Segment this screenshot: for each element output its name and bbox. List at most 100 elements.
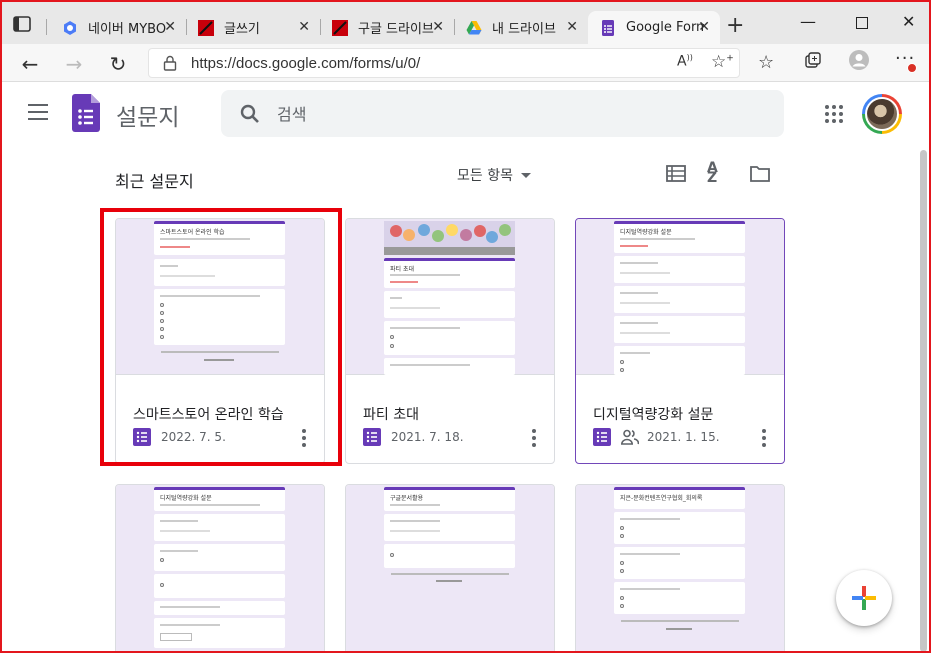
- mini-footer: [391, 573, 509, 575]
- mini-footer: [436, 580, 462, 582]
- mini-line: [620, 322, 658, 324]
- form-thumbnail: 파티 초대: [346, 219, 554, 375]
- account-avatar[interactable]: [862, 94, 902, 134]
- list-view-icon[interactable]: [666, 164, 688, 184]
- shared-people-icon: [621, 429, 639, 445]
- mini-radio: [390, 553, 394, 557]
- add-favorite-icon[interactable]: ☆+: [711, 52, 734, 72]
- form-card[interactable]: 디지털역량강화 설문: [115, 484, 325, 651]
- form-card[interactable]: 디지털역량강화 설문 디지털역량강화 설문 2021. 1. 15.: [575, 218, 785, 464]
- main-menu-icon[interactable]: [28, 104, 48, 120]
- sort-az-icon[interactable]: AZ: [707, 161, 729, 185]
- tab-google-drive-search[interactable]: 구글 드라이브 ✕: [320, 11, 454, 44]
- forward-icon[interactable]: →: [62, 52, 86, 76]
- mini-line: [620, 302, 670, 304]
- address-bar: ← → ↻ https://docs.google.com/forms/u/0/…: [2, 44, 929, 82]
- tab-title: 구글 드라이브: [358, 22, 434, 37]
- back-icon[interactable]: ←: [18, 52, 42, 76]
- mini-form-header: 구글문서활용: [384, 487, 515, 511]
- mini-radio: [390, 344, 394, 348]
- mini-radio: [620, 526, 624, 530]
- mini-form-question: [614, 547, 745, 579]
- form-thumbnail: 디지털역량강화 설문: [576, 219, 784, 375]
- mini-form-title: 파티 초대: [390, 266, 414, 273]
- more-options-icon[interactable]: [762, 429, 766, 447]
- maximize-icon[interactable]: [856, 14, 868, 33]
- mini-form-question: [384, 291, 515, 318]
- mini-line: [620, 332, 670, 334]
- mini-form-title: 구글문서활용: [390, 495, 424, 502]
- mini-footer: [621, 620, 739, 622]
- mini-radio: [160, 583, 164, 587]
- mini-form-question: [154, 544, 285, 571]
- more-options-icon[interactable]: [532, 429, 536, 447]
- mini-line: [390, 327, 460, 329]
- create-form-button[interactable]: [836, 570, 892, 626]
- minimize-icon[interactable]: —: [800, 12, 816, 31]
- close-icon[interactable]: ✕: [164, 19, 176, 35]
- mini-form-title: 지은-문화컨텐츠연구협회_회의록: [620, 495, 703, 502]
- window-frame: 네이버 MYBOX ✕ 글쓰기 ✕ 구글 드라이브 ✕ 내 드라이브 ✕ Goo…: [0, 0, 931, 653]
- search-icon[interactable]: [239, 103, 261, 125]
- mini-dropdown: [160, 633, 192, 641]
- close-icon[interactable]: ✕: [566, 19, 578, 35]
- mini-header-image: [384, 221, 515, 255]
- highlight-box: [100, 208, 342, 466]
- mini-line: [390, 504, 440, 506]
- mini-form-question: [614, 316, 745, 343]
- form-thumbnail: 디지털역량강화 설문: [116, 485, 324, 651]
- collections-icon[interactable]: [804, 52, 822, 74]
- mini-line: [390, 297, 402, 299]
- mini-form-header: 파티 초대: [384, 258, 515, 288]
- scrollbar-thumb[interactable]: [920, 150, 927, 651]
- mini-radio: [620, 569, 624, 573]
- mini-radio: [620, 534, 624, 538]
- mini-line: [390, 520, 440, 522]
- close-icon[interactable]: ✕: [698, 19, 710, 35]
- owner-filter-dropdown[interactable]: 모든 항목: [457, 165, 531, 185]
- favorites-icon[interactable]: ☆: [758, 52, 774, 73]
- search-input[interactable]: [277, 102, 757, 126]
- mini-form-question: [154, 514, 285, 541]
- mini-form-question: [384, 544, 515, 568]
- mini-radio: [620, 368, 624, 372]
- tab-title: 네이버 MYBOX: [88, 22, 166, 37]
- close-icon[interactable]: ✕: [432, 19, 444, 35]
- lock-icon: [163, 55, 177, 71]
- mini-line: [160, 550, 198, 552]
- read-aloud-icon[interactable]: A)): [677, 53, 693, 70]
- mini-line: [620, 262, 658, 264]
- profile-icon[interactable]: [848, 49, 870, 75]
- form-card[interactable]: 지은-문화컨텐츠연구협회_회의록: [575, 484, 785, 651]
- mini-line: [620, 245, 648, 247]
- google-forms-icon: [602, 19, 614, 36]
- tab-mybox[interactable]: 네이버 MYBOX ✕: [50, 11, 186, 44]
- google-apps-icon[interactable]: [824, 104, 844, 124]
- mini-footer: [666, 628, 692, 630]
- google-forms-logo[interactable]: [72, 94, 100, 132]
- search-bar[interactable]: [221, 90, 784, 137]
- tab-strip: 네이버 MYBOX ✕ 글쓰기 ✕ 구글 드라이브 ✕ 내 드라이브 ✕ Goo…: [2, 2, 929, 44]
- form-card[interactable]: 파티 초대 파티 초대 2021. 7. 18.: [345, 218, 555, 464]
- tab-my-drive[interactable]: 내 드라이브 ✕: [454, 11, 588, 44]
- form-name: 디지털역량강화 설문: [593, 407, 714, 423]
- form-date: 2021. 1. 15.: [647, 430, 720, 444]
- mini-line: [390, 364, 470, 366]
- form-card[interactable]: 구글문서활용: [345, 484, 555, 651]
- refresh-icon[interactable]: ↻: [106, 52, 130, 76]
- window-close-icon[interactable]: ✕: [902, 12, 915, 31]
- close-icon[interactable]: ✕: [298, 19, 310, 35]
- notification-badge: [907, 63, 917, 73]
- tab-google-forms[interactable]: Google Forms ✕: [588, 11, 720, 44]
- tab-title: Google Forms: [626, 20, 704, 35]
- mybox-icon: [64, 20, 76, 35]
- tab-actions-icon[interactable]: [12, 14, 32, 34]
- tab-write[interactable]: 글쓰기 ✕: [186, 11, 320, 44]
- plus-icon: [852, 586, 876, 610]
- new-tab-icon[interactable]: +: [726, 13, 744, 38]
- mini-radio: [160, 558, 164, 562]
- mini-form-question: [154, 601, 285, 615]
- folder-picker-icon[interactable]: [749, 164, 771, 184]
- form-thumbnail: 구글문서활용: [346, 485, 554, 651]
- url-field[interactable]: https://docs.google.com/forms/u/0/ A)) ☆…: [148, 48, 740, 78]
